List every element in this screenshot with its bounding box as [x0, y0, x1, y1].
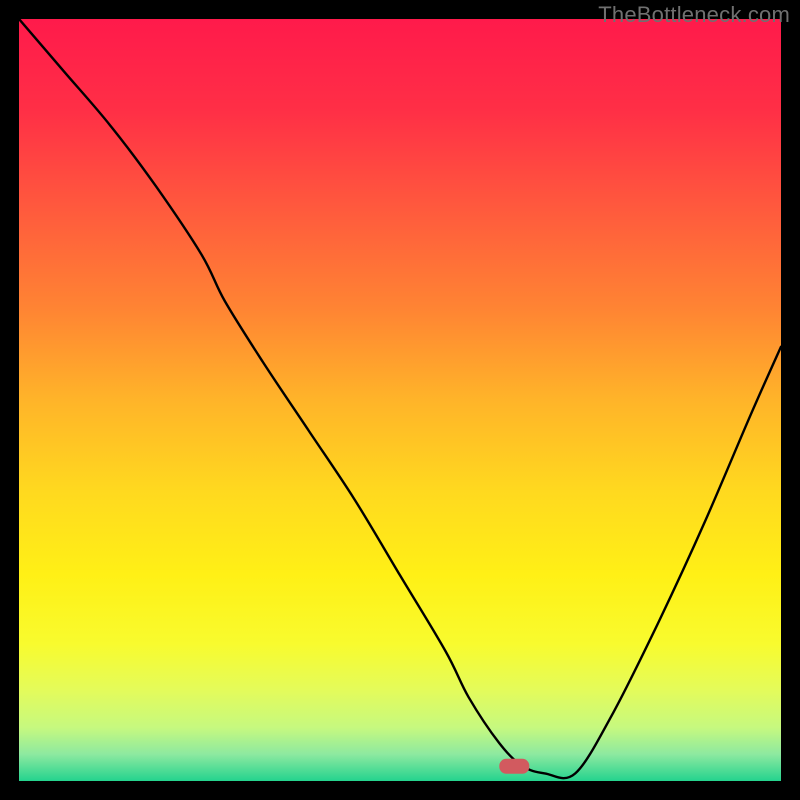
gradient-background	[19, 19, 781, 781]
plot-area	[19, 19, 781, 781]
chart-frame: TheBottleneck.com	[0, 0, 800, 800]
bottleneck-chart	[19, 19, 781, 781]
optimal-marker	[499, 759, 529, 774]
watermark-text: TheBottleneck.com	[598, 2, 790, 28]
